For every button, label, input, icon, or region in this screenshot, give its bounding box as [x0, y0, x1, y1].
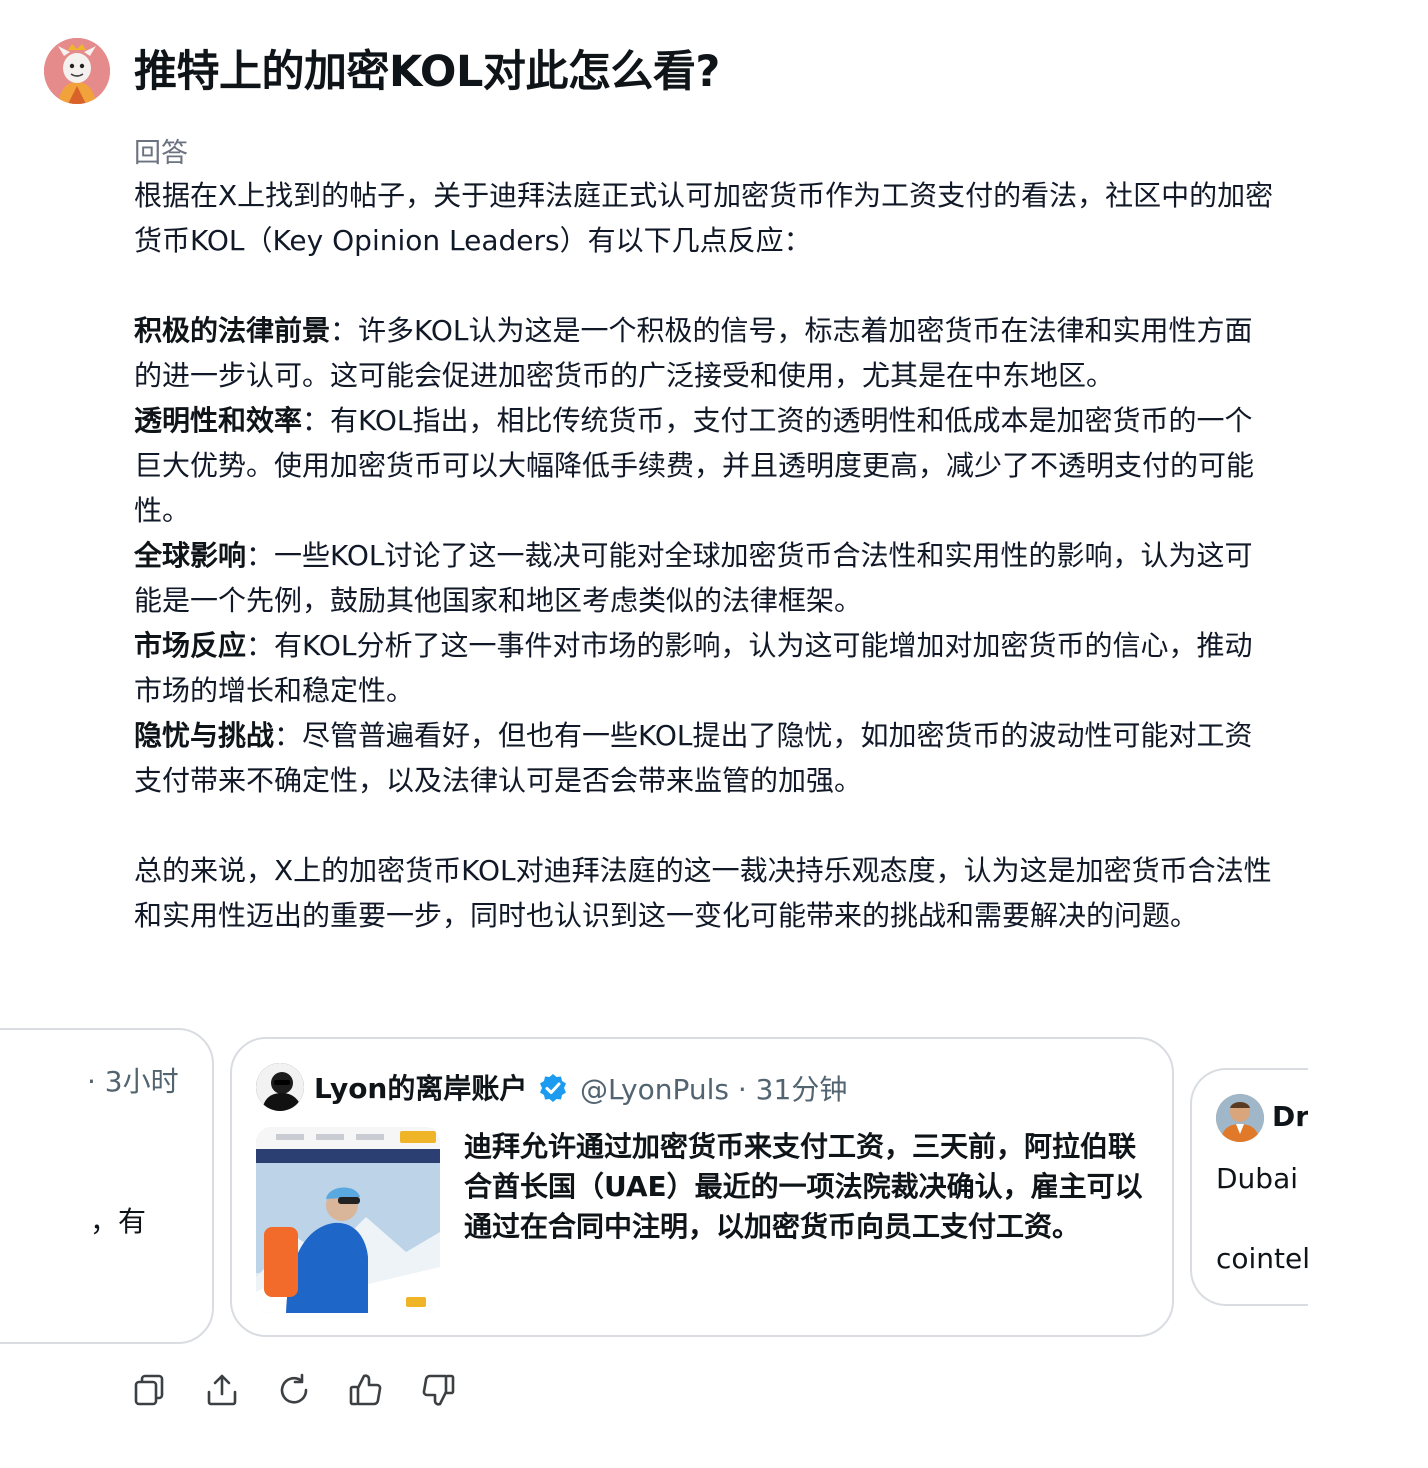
tweet-card[interactable]: Lyon的离岸账户 @LyonPuls · 31分钟 迪拜允许通过加密货币来支付… [230, 1037, 1174, 1337]
tweet-author-name: Dr [1272, 1100, 1308, 1133]
regenerate-icon[interactable] [276, 1372, 312, 1408]
tweet-author-avatar [256, 1063, 304, 1111]
thumbs-down-icon[interactable] [420, 1372, 456, 1408]
tweet-card-next[interactable]: Dr Dubai cointel [1190, 1068, 1308, 1306]
tweet-author-name: Lyon的离岸账户 [314, 1072, 528, 1105]
tweet-text: ，有 [90, 1205, 147, 1238]
tweet-time: · 3小时 [87, 1065, 179, 1098]
verified-badge-icon [537, 1072, 569, 1104]
tweet-media-image[interactable] [256, 1127, 440, 1313]
share-icon[interactable] [204, 1372, 240, 1408]
tweet-link-text: cointel [1216, 1242, 1308, 1275]
copy-icon[interactable] [132, 1372, 168, 1408]
tweet-text: 迪拜允许通过加密货币来支付工资，三天前，阿拉伯联合酋长国（UAE）最近的一项法院… [464, 1130, 1143, 1243]
tweet-handle-time: @LyonPuls · 31分钟 [580, 1073, 848, 1106]
tweet-carousel: · 3小时 ，有 Lyon的离岸账户 @LyonPuls · 31分钟 迪拜允许… [0, 0, 1308, 1468]
tweet-card-previous[interactable]: · 3小时 ，有 [0, 1028, 214, 1344]
thumbs-up-icon[interactable] [348, 1372, 384, 1408]
tweet-author-avatar [1216, 1094, 1264, 1142]
tweet-text: Dubai [1216, 1162, 1299, 1195]
